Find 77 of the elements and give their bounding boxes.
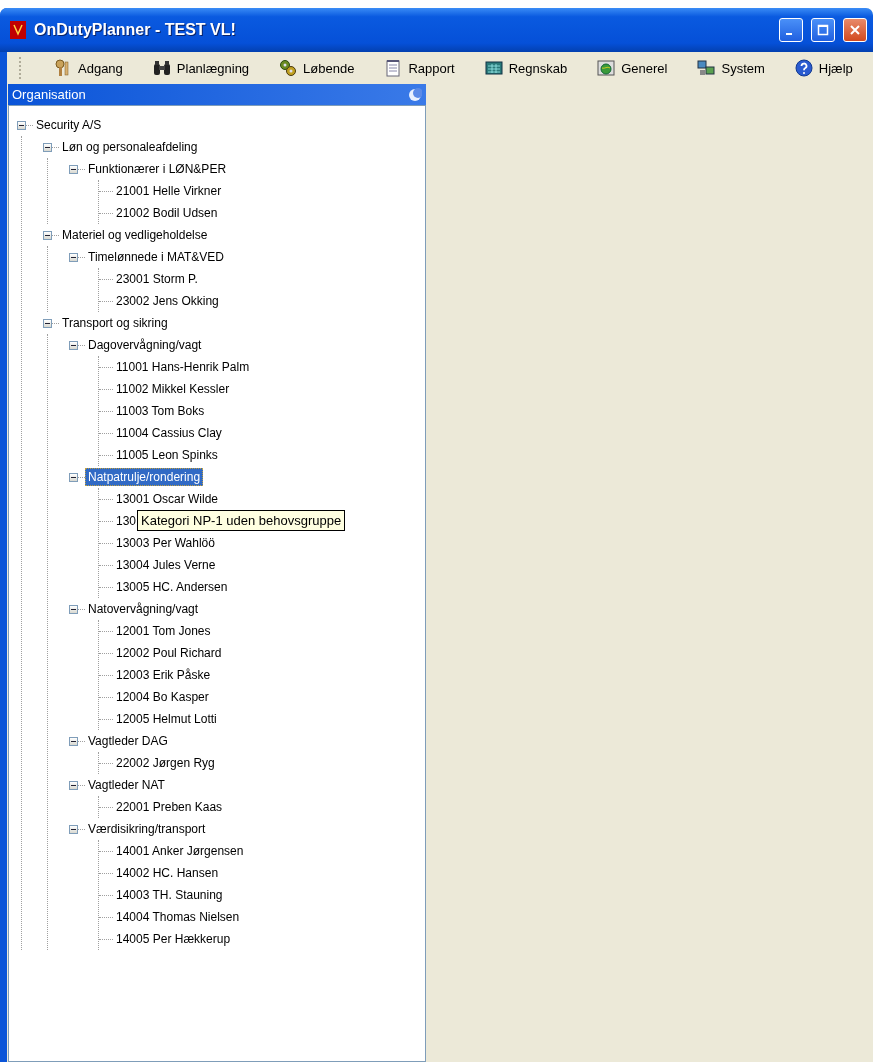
collapse-toggle[interactable]: [69, 780, 78, 790]
menu-item[interactable]: Generel: [597, 59, 668, 77]
collapse-toggle[interactable]: [69, 252, 78, 262]
tree-item[interactable]: 12003 Erik Påske: [113, 666, 214, 684]
tree-item[interactable]: 11002 Mikkel Kessler: [113, 380, 233, 398]
collapse-toggle[interactable]: [17, 120, 26, 130]
tree-item[interactable]: Funktionærer i LØN&PER: [85, 160, 230, 178]
tree-item[interactable]: 14001 Anker Jørgensen: [113, 842, 247, 860]
menu-item[interactable]: Rapport: [384, 59, 455, 77]
menu-item[interactable]: Hjælp: [794, 59, 853, 77]
tree-item[interactable]: Dagovervågning/vagt: [85, 336, 205, 354]
collapse-toggle[interactable]: [69, 472, 78, 482]
collapse-toggle[interactable]: [69, 164, 78, 174]
menu-item[interactable]: Løbende: [279, 59, 355, 77]
gears-icon: [279, 59, 298, 77]
close-button[interactable]: [843, 18, 867, 42]
globe-icon: [597, 59, 616, 77]
collapse-toggle[interactable]: [43, 230, 52, 240]
tree-item[interactable]: Løn og personaleafdeling: [59, 138, 201, 156]
collapse-toggle[interactable]: [69, 736, 78, 746]
tree-item[interactable]: 13001 Oscar Wilde: [113, 490, 222, 508]
maximize-button[interactable]: [811, 18, 835, 42]
tree-item[interactable]: 13005 HC. Andersen: [113, 578, 231, 596]
crescent-icon: [408, 87, 422, 102]
minimize-icon: [786, 33, 792, 35]
tree-item[interactable]: 13004 Jules Verne: [113, 556, 219, 574]
keys-icon: [54, 59, 72, 77]
collapse-toggle[interactable]: [69, 604, 78, 614]
collapse-toggle[interactable]: [43, 142, 52, 152]
tree-item[interactable]: Materiel og vedligeholdelse: [59, 226, 211, 244]
tree-item[interactable]: Natovervågning/vagt: [85, 600, 202, 618]
menu-item[interactable]: Planlægning: [152, 59, 250, 77]
tree-item[interactable]: 12005 Helmut Lotti: [113, 710, 220, 728]
tree-item[interactable]: Natpatrulje/rondering: [85, 468, 204, 486]
tree-item[interactable]: Værdisikring/transport: [85, 820, 209, 838]
tree-item[interactable]: 130: [113, 512, 140, 530]
tree-item[interactable]: Vagtleder NAT: [85, 776, 168, 794]
tree-item[interactable]: Security A/S: [33, 116, 105, 134]
tree-item[interactable]: 11001 Hans-Henrik Palm: [113, 358, 253, 376]
help-icon: [794, 59, 813, 77]
tree-item[interactable]: 13003 Per Wahlöö: [113, 534, 218, 552]
tree-item[interactable]: 12002 Poul Richard: [113, 644, 225, 662]
tooltip: Kategori NP-1 uden behovsgruppe: [137, 510, 346, 531]
tree-item[interactable]: 14002 HC. Hansen: [113, 864, 222, 882]
maximize-icon: [817, 24, 829, 36]
menu-item[interactable]: System: [697, 59, 765, 77]
tree-item[interactable]: Vagtleder DAG: [85, 732, 171, 750]
collapse-toggle[interactable]: [69, 824, 78, 834]
tree-item[interactable]: 11003 Tom Boks: [113, 402, 208, 420]
tree-item[interactable]: 14004 Thomas Nielsen: [113, 908, 243, 926]
tree-item[interactable]: 21001 Helle Virkner: [113, 182, 225, 200]
window-title: OnDutyPlanner - TEST VL!: [34, 21, 237, 39]
tree-item[interactable]: 14003 TH. Stauning: [113, 886, 226, 904]
tree-item[interactable]: 22001 Preben Kaas: [113, 798, 226, 816]
tree-item[interactable]: 12001 Tom Jones: [113, 622, 214, 640]
tree-item[interactable]: Transport og sikring: [59, 314, 171, 332]
panel-title: Organisation: [12, 87, 86, 102]
menu-item[interactable]: Adgang: [54, 59, 123, 77]
binoculars-icon: [152, 59, 171, 77]
computer-icon: [697, 59, 716, 77]
collapse-toggle[interactable]: [69, 340, 78, 350]
collapse-toggle[interactable]: [43, 318, 52, 328]
spreadsheet-icon: [484, 59, 503, 77]
tree-item[interactable]: 21002 Bodil Udsen: [113, 204, 221, 222]
tree-item[interactable]: 11004 Cassius Clay: [113, 424, 225, 442]
menu-item[interactable]: Regnskab: [484, 59, 568, 77]
tree-item[interactable]: 23001 Storm P.: [113, 270, 201, 288]
tree-item[interactable]: 23002 Jens Okking: [113, 292, 222, 310]
minimize-button[interactable]: [779, 18, 803, 42]
close-icon: [849, 24, 861, 36]
tree-item[interactable]: 22002 Jørgen Ryg: [113, 754, 218, 772]
tree-item[interactable]: 14005 Per Hækkerup: [113, 930, 234, 948]
tree-item[interactable]: 12004 Bo Kasper: [113, 688, 212, 706]
tree-item[interactable]: 11005 Leon Spinks: [113, 446, 221, 464]
app-icon: [10, 21, 26, 39]
notepad-icon: [384, 59, 403, 77]
tree-item[interactable]: Timelønnede i MAT&VED: [85, 248, 228, 266]
